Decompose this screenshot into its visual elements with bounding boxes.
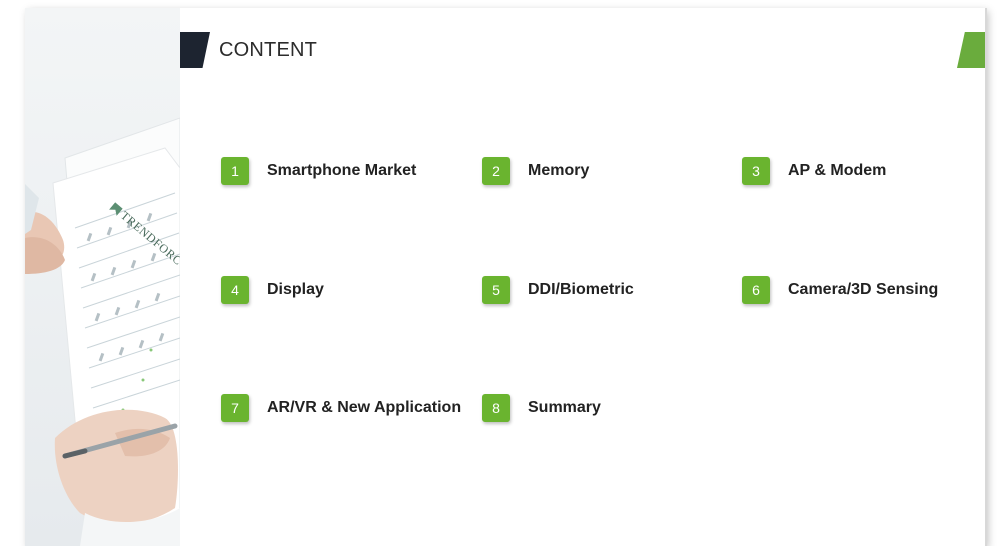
number-badge: 1: [221, 157, 249, 185]
agenda-label: Display: [267, 281, 324, 298]
number-badge: 7: [221, 394, 249, 422]
agenda-label: Camera/3D Sensing: [788, 281, 939, 298]
number-badge: 4: [221, 276, 249, 304]
slide-edge: [985, 8, 987, 546]
agenda-label: Smartphone Market: [267, 162, 417, 179]
slide: TRENDFORC CONTENT 1 Smartphone Market 2 …: [25, 8, 985, 546]
hands-holding-report-illustration: [25, 117, 180, 546]
number-badge: 5: [482, 276, 510, 304]
agenda-item-3[interactable]: 3 AP & Modem: [742, 157, 886, 185]
document-photo: TRENDFORC: [25, 8, 180, 546]
header-accent-bar: [180, 32, 210, 68]
number-badge: 3: [742, 157, 770, 185]
agenda-label: DDI/Biometric: [528, 281, 634, 298]
agenda-label: AP & Modem: [788, 162, 887, 179]
agenda-item-8[interactable]: 8 Summary: [482, 394, 601, 422]
corner-accent: [957, 32, 985, 68]
agenda-label: Summary: [528, 399, 601, 416]
agenda-label: Memory: [528, 162, 590, 179]
agenda-label: AR/VR & New Application: [267, 399, 462, 416]
number-badge: 2: [482, 157, 510, 185]
agenda-item-6[interactable]: 6 Camera/3D Sensing: [742, 276, 938, 304]
page-title: CONTENT: [219, 39, 318, 61]
number-badge: 6: [742, 276, 770, 304]
agenda-item-4[interactable]: 4 Display: [221, 276, 324, 304]
agenda-item-5[interactable]: 5 DDI/Biometric: [482, 276, 634, 304]
agenda-item-7[interactable]: 7 AR/VR & New Application: [221, 394, 461, 422]
agenda-item-1[interactable]: 1 Smartphone Market: [221, 157, 416, 185]
agenda-item-2[interactable]: 2 Memory: [482, 157, 589, 185]
number-badge: 8: [482, 394, 510, 422]
